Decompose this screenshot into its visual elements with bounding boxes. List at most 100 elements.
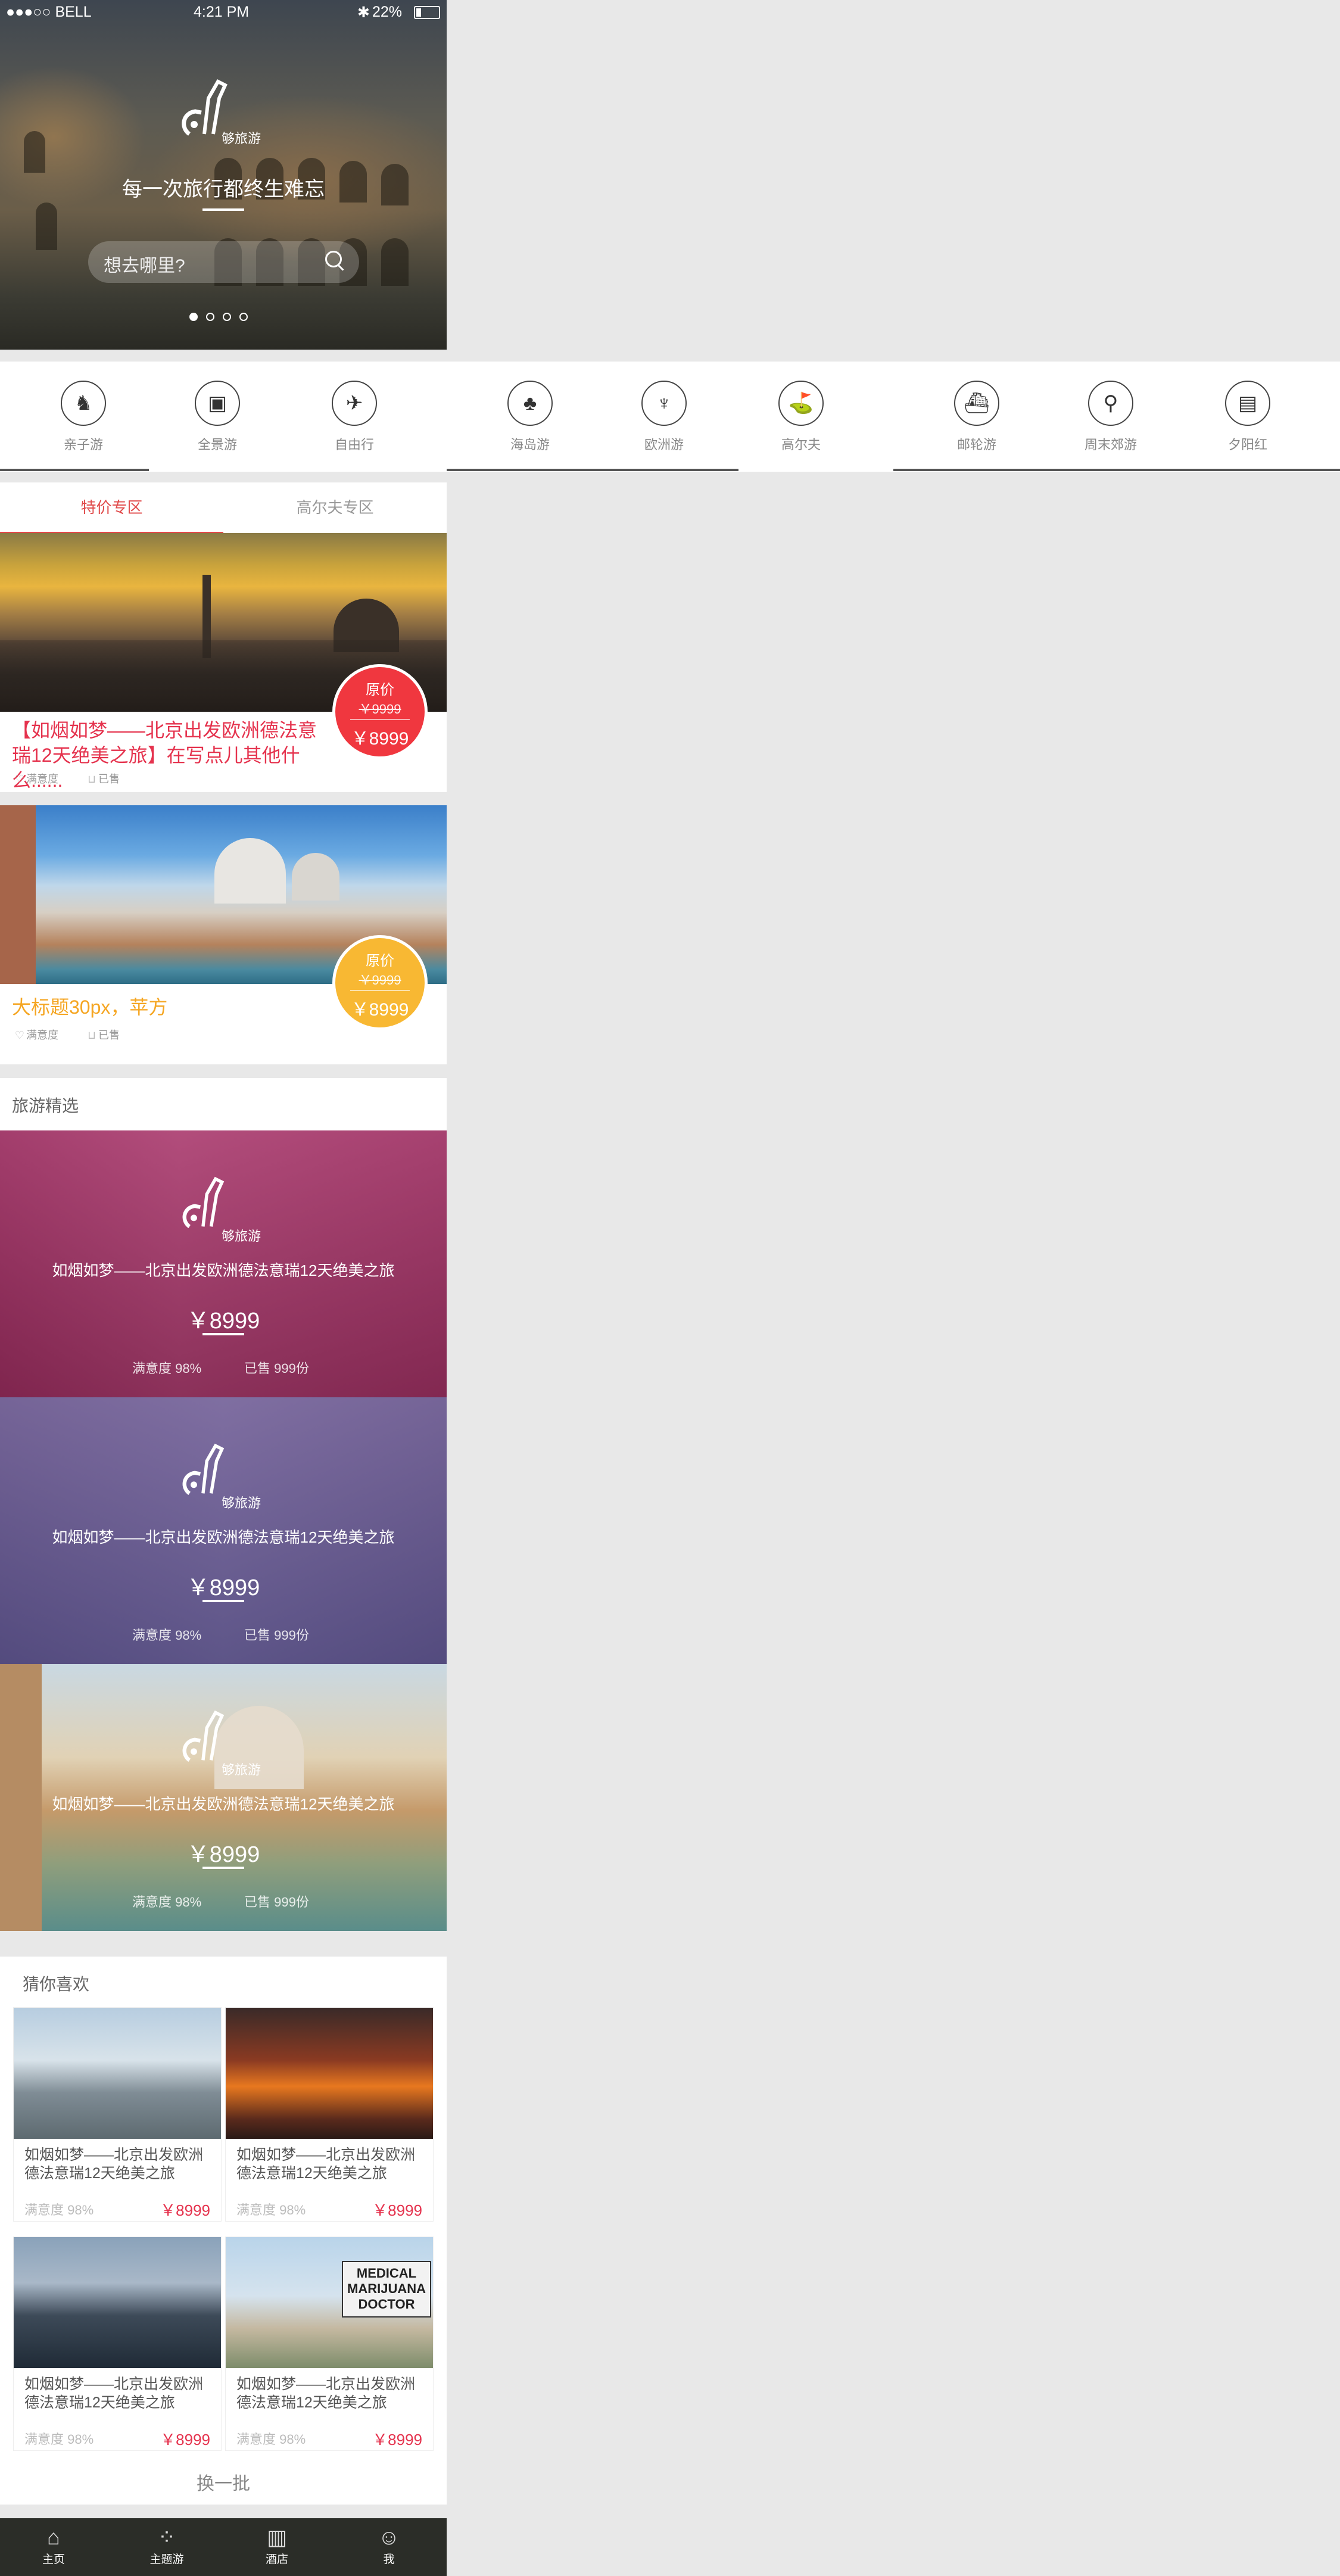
category-2[interactable]: ▣ 全景游 <box>185 381 250 453</box>
category-3[interactable]: ✈ 自由行 <box>322 381 387 453</box>
heart-icon[interactable]: ♡ <box>13 773 26 786</box>
tab-label: 我 <box>383 2553 395 2566</box>
brand-name: 够旅游 <box>222 131 261 146</box>
hero-banner[interactable]: ●●●○○ BELL 4:21 PM ✱ 22% 够旅游 每一次旅行都终生难忘 … <box>0 0 447 350</box>
profile-icon: ☺ <box>378 2525 400 2549</box>
feature-sold: 已售 999份 <box>244 1895 309 1910</box>
heart-icon[interactable]: ♡ <box>13 1029 26 1042</box>
brand-name: 够旅游 <box>222 1762 261 1777</box>
category-6[interactable]: ⛳ 高尔夫 <box>768 381 834 453</box>
feature-sold: 已售 999份 <box>244 1361 309 1376</box>
specials-section: 特价专区 高尔夫专区 原价 ￥9999 ￥8999 【如烟如梦——北京出发欧洲德… <box>0 482 447 792</box>
guess-card[interactable]: MEDICAL MARIJUANA DOCTOR 如烟如梦——北京出发欧洲德法意瑞… <box>225 2237 434 2451</box>
guess-card[interactable]: 如烟如梦——北京出发欧洲德法意瑞12天绝美之旅 满意度 98% ￥8999 <box>13 2237 222 2451</box>
cruise-ship-icon: ⛴ <box>954 381 999 426</box>
guess-card[interactable]: 如烟如梦——北京出发欧洲德法意瑞12天绝美之旅 满意度 98% ￥8999 <box>225 2007 434 2222</box>
carousel-dot-3[interactable] <box>223 313 231 321</box>
slogan-underline <box>202 208 244 211</box>
guess-title: 如烟如梦——北京出发欧洲德法意瑞12天绝美之旅 <box>236 2147 416 2182</box>
feature-satisfaction: 满意度 98% <box>132 1628 202 1643</box>
category-8[interactable]: ⚲ 周末郊游 <box>1078 381 1143 453</box>
hero-slogan: 每一次旅行都终生难忘 <box>122 178 325 201</box>
badge-original-price: ￥9999 <box>359 702 401 717</box>
sold-label: 已售 <box>98 1029 120 1041</box>
carousel-dot-2[interactable] <box>206 313 214 321</box>
tab-3[interactable]: ▥ 酒店 <box>244 2518 310 2566</box>
guess-price: ￥8999 <box>160 2431 210 2449</box>
guess-title: 如烟如梦——北京出发欧洲德法意瑞12天绝美之旅 <box>24 2147 204 2182</box>
bottom-tab-bar: ⌂ 主页 ⁘ 主题游 ▥ 酒店 ☺ 我 <box>0 2518 447 2576</box>
category-label: 全景游 <box>197 437 237 452</box>
category-carousel[interactable]: ♞ 亲子游 ▣ 全景游 ✈ 自由行 ♣ 海岛游 ♆ 欧洲游 ⛳ 高尔夫 ⛴ 邮轮游 ⚲ 周末郊游 ▤ 夕阳红 <box>0 362 1340 472</box>
carousel-dot-1[interactable] <box>189 313 198 321</box>
bluetooth-icon: ✱ <box>357 4 370 21</box>
cart-icon[interactable]: ⊔ <box>85 1029 98 1042</box>
carousel-dots[interactable] <box>189 313 256 324</box>
feature-price: ￥8999 <box>186 1842 260 1867</box>
category-5[interactable]: ♆ 欧洲游 <box>631 381 697 453</box>
feature-price: ￥8999 <box>186 1575 260 1600</box>
feature-title: 如烟如梦——北京出发欧洲德法意瑞12天绝美之旅 <box>52 1528 395 1546</box>
guess-photo[interactable] <box>14 2237 221 2368</box>
search-icon[interactable] <box>325 251 342 267</box>
status-bar: ●●●○○ BELL 4:21 PM ✱ 22% <box>0 0 447 24</box>
feature-title: 如烟如梦——北京出发欧洲德法意瑞12天绝美之旅 <box>52 1795 395 1813</box>
tab-1[interactable]: ⌂ 主页 <box>21 2518 86 2566</box>
special-card-2: 原价 ￥9999 ￥8999 大标题30px，苹方 ♡ 满意度 ⊔ 已售 <box>0 805 447 1064</box>
guess-photo[interactable] <box>226 2008 433 2139</box>
guess-satisfaction: 满意度 98% <box>236 2432 306 2447</box>
feature-satisfaction: 满意度 98% <box>132 1361 202 1376</box>
eiffel-tower-icon: ♆ <box>641 381 687 426</box>
search-placeholder: 想去哪里? <box>104 256 185 276</box>
feature-card[interactable]: 够旅游 如烟如梦——北京出发欧洲德法意瑞12天绝美之旅 ￥8999 满意度 98% 已售… <box>0 1130 447 1397</box>
category-7[interactable]: ⛴ 邮轮游 <box>944 381 1009 453</box>
guess-price: ￥8999 <box>372 2431 422 2449</box>
tab-specials[interactable]: 特价专区 <box>0 482 223 533</box>
tab-4[interactable]: ☺ 我 <box>356 2518 422 2566</box>
category-label: 海岛游 <box>510 437 550 452</box>
badge-sale-price: ￥8999 <box>351 1000 409 1020</box>
sold-label: 已售 <box>98 773 120 785</box>
category-9[interactable]: ▤ 夕阳红 <box>1215 381 1280 453</box>
category-label: 高尔夫 <box>781 437 821 452</box>
badge-label: 原价 <box>366 682 394 698</box>
feature-card[interactable]: 够旅游如烟如梦——北京出发欧洲德法意瑞12天绝美之旅 ￥8999 满意度 98% 已售… <box>0 1397 447 1664</box>
tab-2[interactable]: ⁘ 主题游 <box>134 2518 200 2566</box>
guess-photo[interactable]: MEDICAL MARIJUANA DOCTOR <box>226 2237 433 2368</box>
refresh-button[interactable]: 换一批 <box>0 2469 447 2495</box>
carousel-dot-4[interactable] <box>239 313 248 321</box>
feature-satisfaction: 满意度 98% <box>132 1895 202 1910</box>
cart-icon[interactable]: ⊔ <box>85 773 98 786</box>
guess-price: ￥8999 <box>160 2201 210 2219</box>
category-label: 夕阳红 <box>1227 437 1267 452</box>
bicycle-icon: ⚲ <box>1088 381 1133 426</box>
feature-sold: 已售 999份 <box>244 1628 309 1643</box>
radio-icon: ▤ <box>1225 381 1270 426</box>
price-badge: 原价 ￥9999 ￥8999 <box>332 664 428 759</box>
badge-original-price: ￥9999 <box>359 973 401 988</box>
section-title: 旅游精选 <box>12 1097 79 1115</box>
special-title[interactable]: 大标题30px，苹方 <box>12 995 167 1020</box>
category-label: 亲子游 <box>63 437 103 452</box>
tab-label: 主题游 <box>149 2553 184 2566</box>
brand-name: 够旅游 <box>222 1496 261 1510</box>
guess-photo[interactable] <box>14 2008 221 2139</box>
price-badge: 原价 ￥9999 ￥8999 <box>332 935 428 1030</box>
guess-satisfaction: 满意度 98% <box>24 2203 94 2217</box>
satisfaction-label: 满意度 <box>26 773 58 785</box>
category-label: 周末郊游 <box>1084 437 1137 452</box>
guess-card[interactable]: 如烟如梦——北京出发欧洲德法意瑞12天绝美之旅满意度 98% ￥8999 <box>13 2007 222 2222</box>
category-1[interactable]: ♞ 亲子游 <box>51 381 116 453</box>
guess-price: ￥8999 <box>372 2201 422 2219</box>
special-meta: ♡ 满意度 ⊔ 已售 <box>13 1027 120 1042</box>
guess-satisfaction: 满意度 98% <box>24 2432 94 2447</box>
feature-card[interactable]: 够旅游如烟如梦——北京出发欧洲德法意瑞12天绝美之旅 ￥8999 满意度 98% 已售… <box>0 1664 447 1931</box>
badge-sale-price: ￥8999 <box>351 729 409 749</box>
search-input[interactable]: 想去哪里? <box>88 241 359 283</box>
category-4[interactable]: ♣ 海岛游 <box>497 381 563 453</box>
category-page-indicator <box>0 469 149 471</box>
tab-golf[interactable]: 高尔夫专区 <box>223 482 447 533</box>
theme-grid-icon: ⁘ <box>157 2525 176 2549</box>
battery-percent: 22% <box>372 4 403 20</box>
guess-title: 如烟如梦——北京出发欧洲德法意瑞12天绝美之旅 <box>236 2376 416 2411</box>
